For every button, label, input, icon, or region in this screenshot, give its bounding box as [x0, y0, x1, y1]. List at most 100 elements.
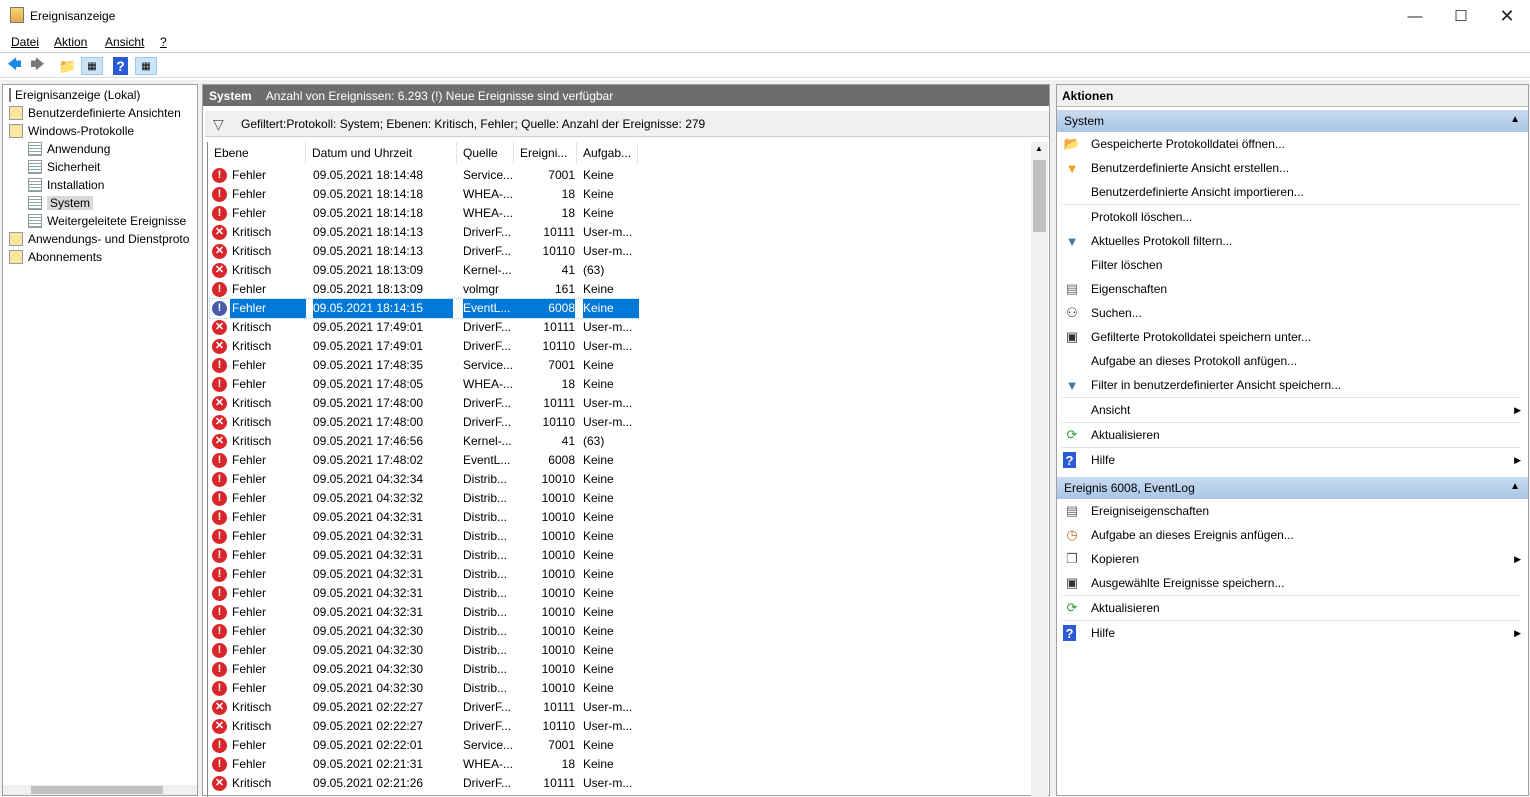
- cell-event-id: 10010: [541, 567, 575, 581]
- action-section-header[interactable]: System ▲: [1057, 110, 1528, 132]
- tree-item[interactable]: Anwendung: [28, 140, 110, 158]
- show-hide-action-pane-icon[interactable]: ▦: [135, 57, 157, 75]
- cell-event-id: 10010: [541, 586, 575, 600]
- tree-item[interactable]: Sicherheit: [28, 158, 100, 176]
- table-row[interactable]: ! Fehler 09.05.2021 04:32:31 Distrib... 1001…: [210, 527, 638, 546]
- action-item[interactable]: ▼ Benutzerdefinierte Ansicht erstellen...: [1061, 157, 1523, 179]
- forward-icon[interactable]: 🡆: [28, 56, 47, 75]
- column-header-ebene[interactable]: Ebene: [208, 142, 306, 164]
- table-row[interactable]: ! Fehler 09.05.2021 18:13:09 volmgr 161 Keine: [210, 280, 638, 299]
- table-row[interactable]: ! Fehler 09.05.2021 04:32:31 Distrib... 1001…: [210, 584, 638, 603]
- table-row[interactable]: ! Fehler 09.05.2021 02:22:01 Service... 7001…: [210, 736, 638, 755]
- action-item[interactable]: ▼ Aktuelles Protokoll filtern...: [1061, 230, 1523, 252]
- action-item[interactable]: Benutzerdefinierte Ansicht importieren..…: [1061, 181, 1523, 203]
- collapse-icon[interactable]: ▲: [1510, 114, 1520, 125]
- action-item[interactable]: Protokoll löschen...: [1061, 206, 1523, 228]
- action-item[interactable]: ⟳ Aktualisieren: [1061, 424, 1523, 446]
- table-row[interactable]: ! Fehler 09.05.2021 18:14:18 WHEA-... 18 Kein…: [210, 185, 638, 204]
- column-header-datum[interactable]: Datum und Uhrzeit: [306, 142, 457, 164]
- table-row[interactable]: ✕ Kritisch 09.05.2021 17:46:56 Kernel-... 41…: [210, 432, 638, 451]
- table-row[interactable]: ! Fehler 09.05.2021 18:14:15 EventL... 6008 K…: [209, 298, 639, 319]
- tree-item[interactable]: Benutzerdefinierte Ansichten: [9, 104, 181, 122]
- table-row[interactable]: ! Fehler 09.05.2021 04:32:30 Distrib... 1001…: [210, 679, 638, 698]
- minimize-icon[interactable]: —: [1392, 0, 1438, 32]
- table-row[interactable]: ✕ Kritisch 09.05.2021 18:13:09 Kernel-... 41…: [210, 261, 638, 280]
- maximize-icon[interactable]: ☐: [1438, 0, 1484, 32]
- menu-help[interactable]: ?: [160, 35, 167, 49]
- cell-level: Fehler: [232, 206, 267, 220]
- action-item[interactable]: ❐ Kopieren ▶: [1061, 548, 1523, 570]
- tree-item[interactable]: Anwendungs- und Dienstproto: [9, 230, 189, 248]
- table-row[interactable]: ✕ Kritisch 09.05.2021 18:14:13 DriverF... 10…: [210, 223, 638, 242]
- table-row[interactable]: ✕ Kritisch 09.05.2021 17:48:00 DriverF... 10…: [210, 413, 638, 432]
- table-row[interactable]: ! Fehler 09.05.2021 04:32:30 Distrib... 1001…: [210, 641, 638, 660]
- action-item[interactable]: Filter löschen: [1061, 254, 1523, 276]
- table-row[interactable]: ! Fehler 09.05.2021 18:14:48 Service... 7001…: [210, 166, 638, 185]
- scroll-up-icon[interactable]: ▲: [1035, 144, 1043, 153]
- menu-aktion[interactable]: Aktion: [54, 35, 87, 49]
- action-item[interactable]: Ansicht ▶: [1061, 399, 1523, 421]
- action-item[interactable]: 📂 Gespeicherte Protokolldatei öffnen...: [1061, 133, 1523, 155]
- action-item[interactable]: ▼ Filter in benutzerdefinierter Ansicht s…: [1061, 374, 1523, 396]
- tree-item[interactable]: Abonnements: [9, 248, 102, 266]
- scrollbar-thumb[interactable]: [1033, 160, 1046, 232]
- action-item[interactable]: ◷ Aufgabe an dieses Ereignis anfügen...: [1061, 524, 1523, 546]
- action-item[interactable]: ▤ Eigenschaften: [1061, 278, 1523, 300]
- close-icon[interactable]: ✕: [1484, 0, 1530, 32]
- cell-date: 09.05.2021 04:32:31: [313, 548, 424, 562]
- column-header-ereignis-id[interactable]: Ereigni...: [514, 142, 577, 164]
- table-row[interactable]: ! Fehler 09.05.2021 02:21:31 WHEA-... 18 Kein…: [210, 755, 638, 774]
- table-row[interactable]: ✕ Kritisch 09.05.2021 17:49:01 DriverF... 10…: [210, 337, 638, 356]
- tree-horizontal-scrollbar[interactable]: [3, 785, 197, 795]
- table-row[interactable]: ! Fehler 09.05.2021 04:32:30 Distrib... 1001…: [210, 660, 638, 679]
- column-header-aufgabe[interactable]: Aufgab...: [577, 142, 638, 164]
- action-item[interactable]: ? Hilfe ▶: [1061, 622, 1523, 644]
- collapse-icon[interactable]: ▲: [1510, 481, 1520, 492]
- tree-item[interactable]: Weitergeleitete Ereignisse: [28, 212, 186, 230]
- menu-ansicht[interactable]: Ansicht: [105, 35, 144, 49]
- table-row[interactable]: ✕ Kritisch 09.05.2021 02:22:27 DriverF... 10…: [210, 717, 638, 736]
- action-item[interactable]: ▣ Gefilterte Protokolldatei speichern unt…: [1061, 326, 1523, 348]
- action-item[interactable]: ? Hilfe ▶: [1061, 449, 1523, 471]
- help-icon[interactable]: ?: [113, 57, 128, 75]
- action-item[interactable]: ⟳ Aktualisieren: [1061, 597, 1523, 619]
- table-row[interactable]: ! Fehler 09.05.2021 18:14:18 WHEA-... 18 Kein…: [210, 204, 638, 223]
- show-hide-tree-icon[interactable]: ▦: [81, 57, 103, 75]
- table-row[interactable]: ! Fehler 09.05.2021 04:32:34 Distrib... 1001…: [210, 470, 638, 489]
- table-row[interactable]: ! Fehler 09.05.2021 04:32:31 Distrib... 1001…: [210, 546, 638, 565]
- tree-item[interactable]: Windows-Protokolle: [9, 122, 134, 140]
- up-folder-icon[interactable]: 📁: [58, 57, 77, 75]
- error-icon: !: [212, 624, 227, 639]
- menu-datei[interactable]: Datei: [11, 35, 39, 49]
- action-item[interactable]: ▤ Ereigniseigenschaften: [1061, 500, 1523, 522]
- table-row[interactable]: ! Fehler 09.05.2021 04:32:31 Distrib... 1001…: [210, 508, 638, 527]
- action-item[interactable]: ⚇ Suchen...: [1061, 302, 1523, 324]
- scrollbar-thumb[interactable]: [31, 786, 163, 794]
- filter-icon: ▽: [213, 116, 224, 132]
- action-label: Eigenschaften: [1091, 282, 1168, 296]
- action-item[interactable]: Aufgabe an dieses Protokoll anfügen...: [1061, 350, 1523, 372]
- table-row[interactable]: ! Fehler 09.05.2021 04:32:31 Distrib... 1001…: [210, 565, 638, 584]
- table-row[interactable]: ✕ Kritisch 09.05.2021 18:14:13 DriverF... 10…: [210, 242, 638, 261]
- table-row[interactable]: ! Fehler 09.05.2021 17:48:02 EventL... 6008 K…: [210, 451, 638, 470]
- table-row[interactable]: ! Fehler 09.05.2021 04:32:32 Distrib... 1001…: [210, 489, 638, 508]
- table-row[interactable]: ! Fehler 09.05.2021 04:32:31 Distrib... 1001…: [210, 603, 638, 622]
- table-row[interactable]: ✕ Kritisch 09.05.2021 17:49:01 DriverF... 10…: [210, 318, 638, 337]
- back-icon[interactable]: 🡄: [5, 56, 24, 75]
- cell-task: (63): [583, 263, 605, 277]
- column-header-quelle[interactable]: Quelle: [457, 142, 514, 164]
- cell-task: Keine: [583, 624, 614, 638]
- tree-item[interactable]: System: [28, 194, 94, 212]
- tree-item[interactable]: Ereignisanzeige (Lokal): [9, 86, 140, 104]
- table-row[interactable]: ! Fehler 09.05.2021 17:48:05 WHEA-... 18 Kein…: [210, 375, 638, 394]
- table-row[interactable]: ! Fehler 09.05.2021 04:32:30 Distrib... 1001…: [210, 622, 638, 641]
- vertical-scrollbar[interactable]: ▲: [1031, 142, 1048, 797]
- action-label: Filter in benutzerdefinierter Ansicht sp…: [1091, 378, 1342, 392]
- action-item[interactable]: ▣ Ausgewählte Ereignisse speichern...: [1061, 572, 1523, 594]
- tree-item[interactable]: Installation: [28, 176, 104, 194]
- action-section-header[interactable]: Ereignis 6008, EventLog ▲: [1057, 477, 1528, 499]
- table-row[interactable]: ! Fehler 09.05.2021 17:48:35 Service... 7001…: [210, 356, 638, 375]
- table-row[interactable]: ✕ Kritisch 09.05.2021 02:22:27 DriverF... 10…: [210, 698, 638, 717]
- table-row[interactable]: ✕ Kritisch 09.05.2021 17:48:00 DriverF... 10…: [210, 394, 638, 413]
- table-row[interactable]: ✕ Kritisch 09.05.2021 02:21:26 DriverF... 10…: [210, 774, 638, 793]
